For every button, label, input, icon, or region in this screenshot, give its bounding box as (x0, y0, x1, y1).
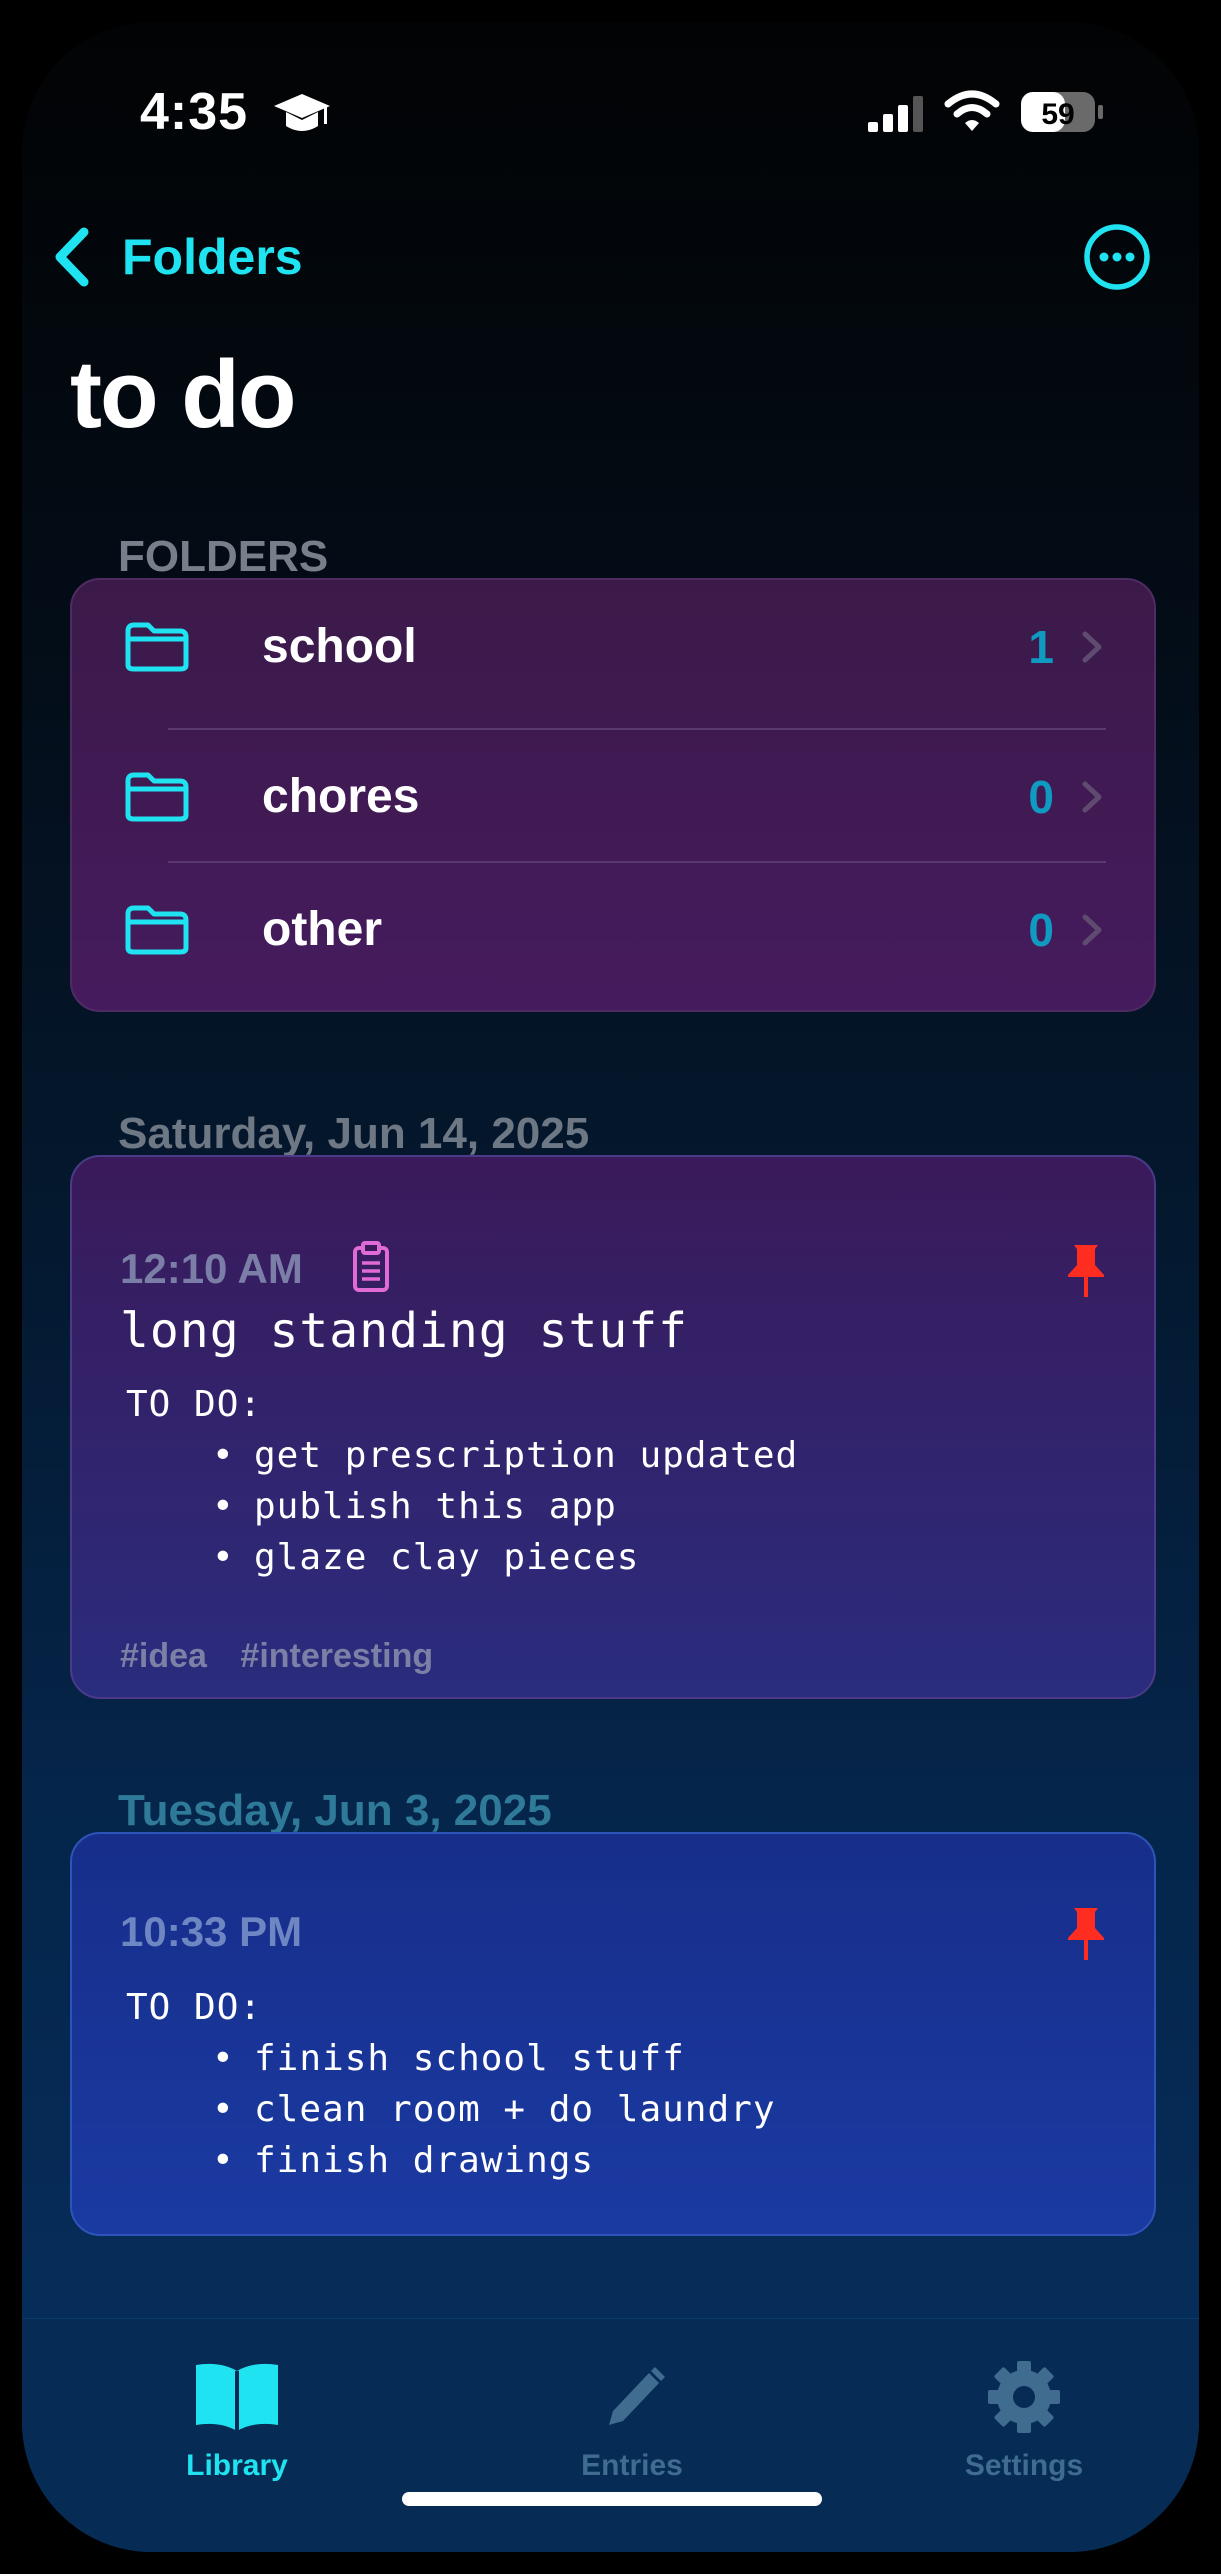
home-indicator[interactable] (402, 2492, 822, 2506)
chevron-right-icon (1082, 914, 1102, 945)
gear-icon (988, 2361, 1060, 2433)
list-item: glaze clay pieces (126, 1532, 798, 1583)
book-icon (196, 2363, 278, 2431)
list-item: get prescription updated (126, 1430, 798, 1481)
clipboard-icon (353, 1241, 389, 1292)
page-title: to do (70, 341, 297, 448)
entry-card[interactable]: 10:33 PM TO DO: finish school stuff clea… (70, 1832, 1156, 2236)
tab-label: Entries (581, 2449, 683, 2482)
entry-title: long standing stuff (120, 1303, 689, 1359)
list-item: clean room + do laundry (126, 2084, 776, 2135)
entry-body: TO DO: finish school stuff clean room + … (126, 1982, 776, 2186)
wifi-icon (944, 90, 1000, 131)
entry-heading: TO DO: (126, 1987, 263, 2028)
tab-label: Library (186, 2449, 288, 2482)
entry-time: 12:10 AM (120, 1245, 303, 1292)
folder-count: 1 (1028, 620, 1054, 673)
folder-icon (125, 772, 189, 821)
battery-level: 59 (1041, 98, 1074, 131)
back-button[interactable]: Folders (50, 222, 303, 292)
folder-icon (125, 905, 189, 954)
entry-tags: #idea #interesting (120, 1637, 457, 1676)
list-item: publish this app (126, 1481, 798, 1532)
folder-count: 0 (1028, 903, 1054, 956)
entry-date-header: Saturday, Jun 14, 2025 (118, 1109, 590, 1158)
back-button-label: Folders (122, 229, 303, 285)
tab-label: Settings (964, 2449, 1084, 2482)
tab-settings[interactable]: Settings (904, 2359, 1144, 2483)
signal-icon (868, 96, 923, 132)
tab-library[interactable]: Library (117, 2359, 357, 2483)
list-item: finish drawings (126, 2135, 776, 2186)
status-bar: 4:35 59 (22, 82, 1199, 152)
entry-time: 10:33 PM (120, 1908, 303, 1955)
device-frame: 4:35 59 Folders to do FOLDERS school 1 c… (0, 0, 1221, 2574)
pin-icon[interactable] (1066, 1906, 1106, 1962)
pencil-icon (609, 2367, 665, 2425)
entry-heading: TO DO: (126, 1384, 263, 1425)
folder-row-other[interactable]: other 0 (72, 863, 1154, 996)
chevron-right-icon (1082, 781, 1102, 812)
folder-row-school[interactable]: school 1 (72, 580, 1154, 713)
folder-label: other (262, 903, 382, 956)
graduation-cap-icon (274, 94, 330, 131)
battery-icon: 59 (1021, 92, 1103, 132)
entry-date-header: Tuesday, Jun 3, 2025 (118, 1786, 552, 1835)
ellipsis-circle-icon[interactable] (1082, 222, 1152, 292)
folder-icon (125, 622, 189, 671)
tab-entries[interactable]: Entries (512, 2359, 752, 2483)
folders-section-header: FOLDERS (118, 532, 329, 581)
folder-count: 0 (1028, 770, 1054, 823)
pin-icon[interactable] (1066, 1243, 1106, 1299)
folder-row-chores[interactable]: chores 0 (72, 730, 1154, 863)
app-screen: 4:35 59 Folders to do FOLDERS school 1 c… (22, 22, 1199, 2552)
chevron-right-icon (1082, 631, 1102, 662)
tag[interactable]: #interesting (240, 1637, 433, 1675)
folders-list: school 1 chores 0 other 0 (70, 578, 1156, 1012)
entry-card[interactable]: 12:10 AM long standing stuff TO DO: get … (70, 1155, 1156, 1699)
status-time: 4:35 (140, 83, 249, 141)
chevron-left-icon (55, 227, 89, 287)
folder-label: chores (262, 770, 420, 823)
folder-label: school (262, 620, 417, 673)
list-item: finish school stuff (126, 2033, 776, 2084)
tag[interactable]: #idea (120, 1637, 207, 1675)
entry-body: TO DO: get prescription updated publish … (126, 1379, 798, 1583)
tab-bar: Library Entries Settings (22, 2318, 1199, 2552)
